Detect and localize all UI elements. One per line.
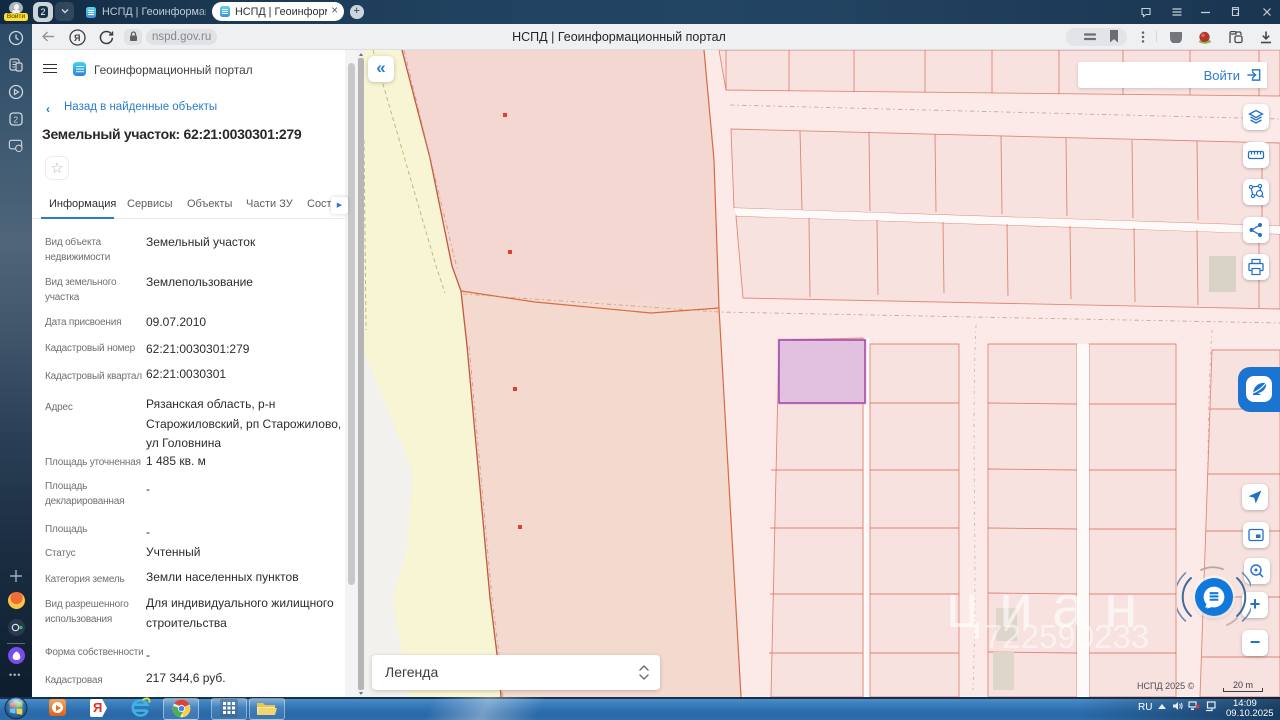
svg-text:2: 2 (13, 114, 18, 124)
svg-text:722590233: 722590233 (984, 618, 1149, 655)
